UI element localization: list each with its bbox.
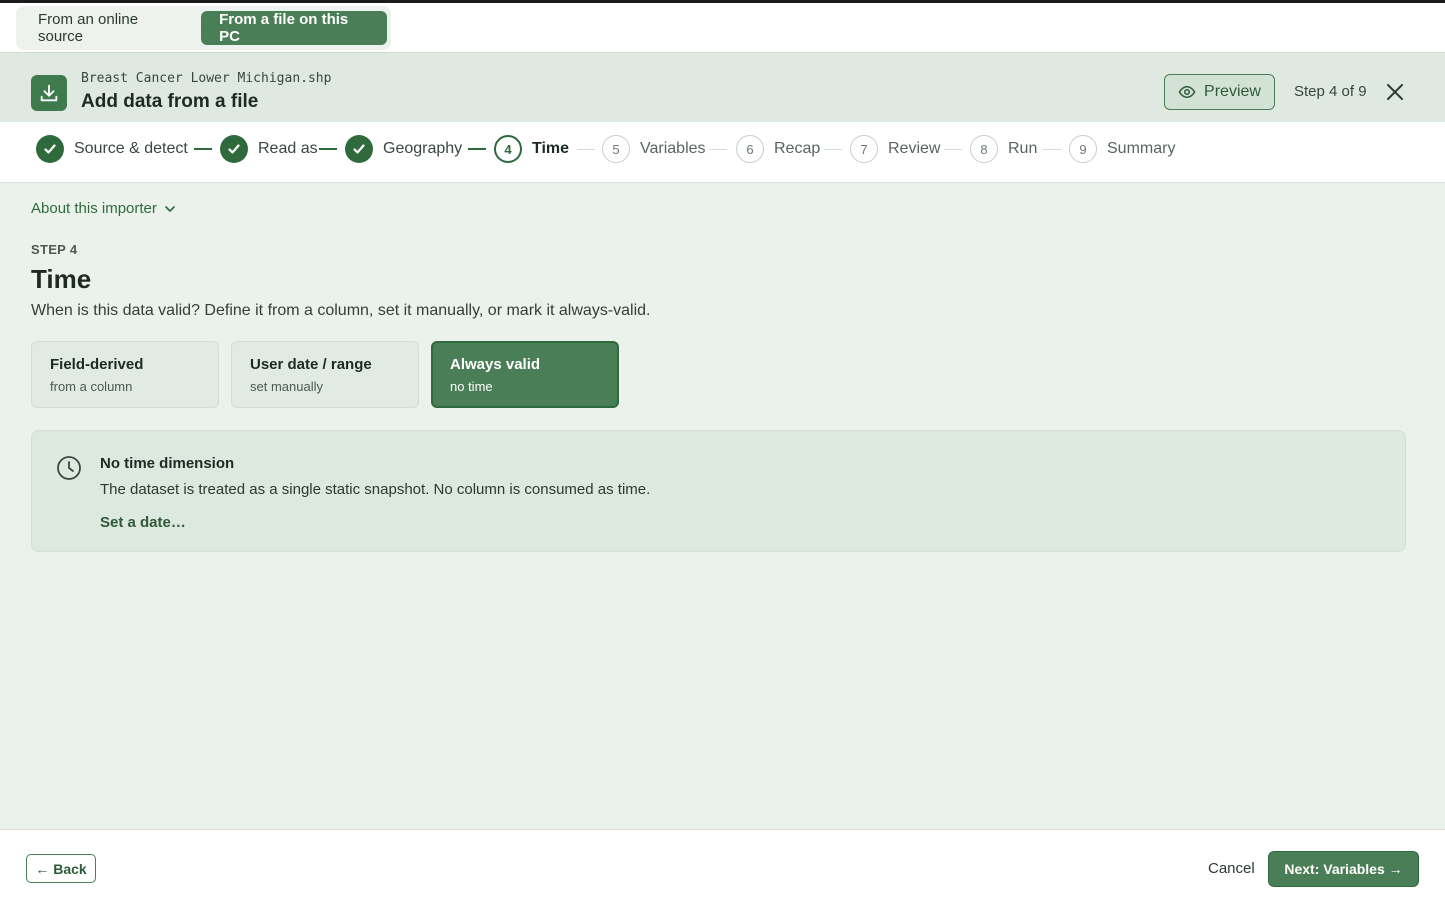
step-number: 5 [602,135,630,163]
step-number: 6 [736,135,764,163]
tab-file-on-pc[interactable]: From a file on this PC [201,11,387,45]
step-number: 7 [850,135,878,163]
step-counter: Step 4 of 9 [1294,83,1367,100]
step-label: Variables [640,140,706,157]
download-icon [31,75,67,111]
step-number: 4 [494,135,522,163]
step-geography[interactable]: Geography [345,135,462,163]
next-variables-button[interactable]: Next: Variables → [1268,851,1419,887]
step-review[interactable]: 7 Review [850,135,940,163]
step-connector [1043,149,1061,150]
wizard-title: Add data from a file [81,91,259,112]
option-subtitle: from a column [50,379,133,394]
step-connector [709,149,727,150]
chevron-down-icon [165,205,175,212]
step-label: Summary [1107,140,1176,157]
step-connector [577,149,595,150]
step-label: Time [532,140,570,157]
step-content: About this importer STEP 4 Time When is … [0,183,1445,829]
step-label: Run [1008,140,1038,157]
info-text: The dataset is treated as a single stati… [100,481,651,498]
option-field-derived[interactable]: Field-derived from a column [31,341,219,408]
step-number: 8 [970,135,998,163]
step-number: 9 [1069,135,1097,163]
option-subtitle: set manually [250,379,323,394]
eye-icon [1178,85,1196,99]
step-recap[interactable]: 6 Recap [736,135,820,163]
step-connector [194,148,212,150]
no-time-info-box: No time dimension The dataset is treated… [31,430,1406,552]
step-label: Read as [258,140,318,157]
step-connector [944,149,962,150]
option-title: User date / range [250,356,372,373]
step-time[interactable]: 4 Time [494,135,569,163]
option-subtitle: no time [450,379,493,394]
wizard-header: Breast Cancer Lower Michigan.shp Add dat… [0,52,1445,122]
step-run[interactable]: 8 Run [970,135,1037,163]
wizard-footer: ← Back Cancel Next: Variables → [0,829,1445,902]
option-title: Always valid [450,356,541,373]
step-label: Recap [774,140,821,157]
step-label: Source & detect [74,140,188,157]
file-name: Breast Cancer Lower Michigan.shp [81,71,332,86]
clock-icon [56,455,82,481]
step-label: Review [888,140,941,157]
step-eyebrow: STEP 4 [31,242,78,257]
check-icon [220,135,248,163]
option-user-date-range[interactable]: User date / range set manually [231,341,419,408]
back-button[interactable]: ← Back [26,854,96,883]
preview-button[interactable]: Preview [1164,74,1275,110]
check-icon [36,135,64,163]
step-connector [824,149,842,150]
step-connector [468,148,486,150]
step-source-detect[interactable]: Source & detect [36,135,188,163]
option-title: Field-derived [50,356,144,373]
tab-online-source[interactable]: From an online source [20,11,201,45]
wizard-stepper: Source & detect Read as Geography 4 Time… [0,122,1445,183]
about-label: About this importer [31,200,157,217]
step-variables[interactable]: 5 Variables [602,135,706,163]
about-importer-toggle[interactable]: About this importer [31,200,177,217]
close-icon[interactable] [1384,81,1406,103]
step-read-as[interactable]: Read as [220,135,318,163]
info-title: No time dimension [100,455,235,472]
window-top-edge [0,0,1445,3]
page-title: Time [31,264,92,294]
set-date-link[interactable]: Set a date… [100,514,186,531]
cancel-button[interactable]: Cancel [1208,860,1255,877]
option-always-valid[interactable]: Always valid no time [431,341,619,408]
preview-label: Preview [1204,83,1261,100]
step-description: When is this data valid? Define it from … [31,302,651,319]
step-connector [319,148,337,150]
step-summary[interactable]: 9 Summary [1069,135,1175,163]
check-icon [345,135,373,163]
step-label: Geography [383,140,463,157]
source-tabs: From an online source From a file on thi… [16,6,391,50]
